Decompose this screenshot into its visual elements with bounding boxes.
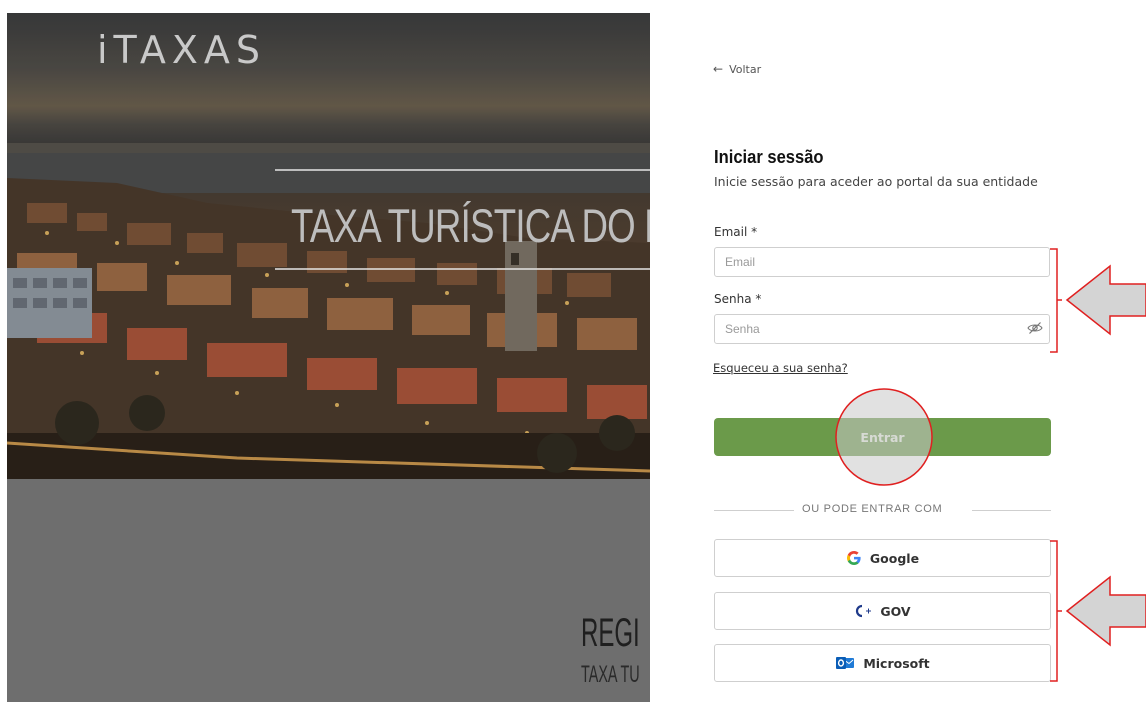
pointer-arrow-social [1065, 575, 1146, 647]
hero-title: TAXA TURÍSTICA DO M [291, 199, 650, 252]
itaxas-logo: iTAXAS [97, 28, 266, 72]
back-link[interactable]: ← Voltar [713, 62, 761, 76]
login-title: Iniciar sessão [714, 147, 824, 167]
pointer-arrow-inputs [1065, 264, 1146, 336]
social-bracket [1050, 540, 1058, 682]
hero-panel: iTAXAS TAXA TURÍSTICA DO M [7, 13, 650, 702]
gov-login-button[interactable]: GOV [714, 592, 1051, 630]
password-input[interactable] [714, 314, 1050, 344]
arrow-left-icon: ← [713, 62, 724, 76]
gov-icon [856, 604, 872, 618]
hero-line-top [275, 169, 650, 171]
google-label: Google [869, 550, 920, 566]
divider-line-left [714, 510, 794, 511]
email-label: Email * [714, 225, 758, 239]
password-label: Senha * [714, 292, 762, 306]
input-bracket [1050, 248, 1058, 353]
microsoft-login-button[interactable]: Microsoft [714, 644, 1051, 682]
outlook-icon [836, 657, 855, 669]
hero-line-bottom [275, 268, 650, 270]
register-subheading: TAXA TU [581, 661, 640, 688]
divider-text: OU PODE ENTRAR COM [802, 503, 943, 515]
hero-lower-section [7, 479, 650, 702]
back-label: Voltar [729, 62, 762, 76]
forgot-password-link[interactable]: Esqueceu a sua senha? [713, 361, 848, 375]
google-login-button[interactable]: Google [714, 539, 1051, 577]
register-heading: REGI [581, 611, 640, 655]
login-subtitle: Inicie sessão para aceder ao portal da s… [714, 174, 1038, 189]
login-submit-button[interactable]: Entrar [714, 418, 1051, 456]
microsoft-label: Microsoft [863, 655, 930, 671]
gov-label: GOV [880, 603, 911, 619]
divider-line-right [972, 510, 1051, 511]
email-input[interactable] [714, 247, 1050, 277]
google-icon [846, 551, 861, 565]
eye-slash-icon[interactable] [1027, 321, 1043, 335]
